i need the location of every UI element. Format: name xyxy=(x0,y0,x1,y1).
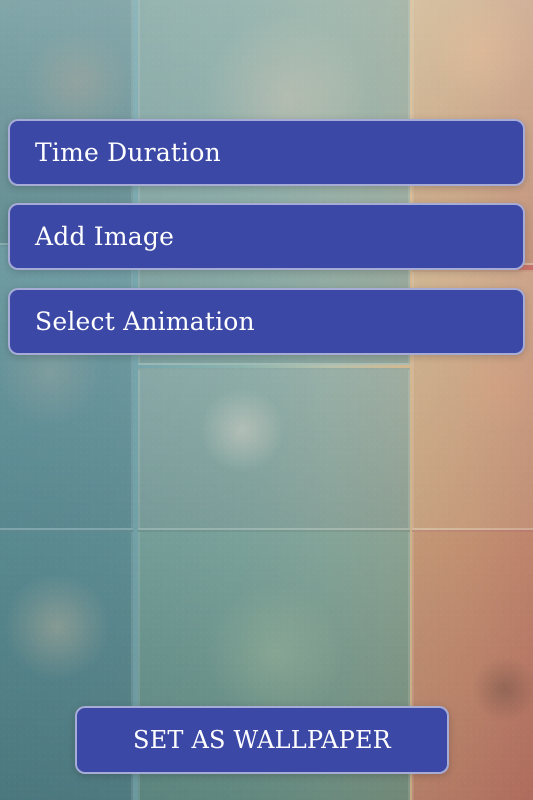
time-duration-label: Time Duration xyxy=(35,138,221,167)
select-animation-button[interactable]: Select Animation xyxy=(8,288,525,355)
set-as-wallpaper-label: SET AS WALLPAPER xyxy=(133,726,391,754)
select-animation-label: Select Animation xyxy=(35,307,255,336)
add-image-button[interactable]: Add Image xyxy=(8,203,525,270)
time-duration-button[interactable]: Time Duration xyxy=(8,119,525,186)
add-image-label: Add Image xyxy=(35,222,175,251)
set-as-wallpaper-button[interactable]: SET AS WALLPAPER xyxy=(75,706,449,774)
